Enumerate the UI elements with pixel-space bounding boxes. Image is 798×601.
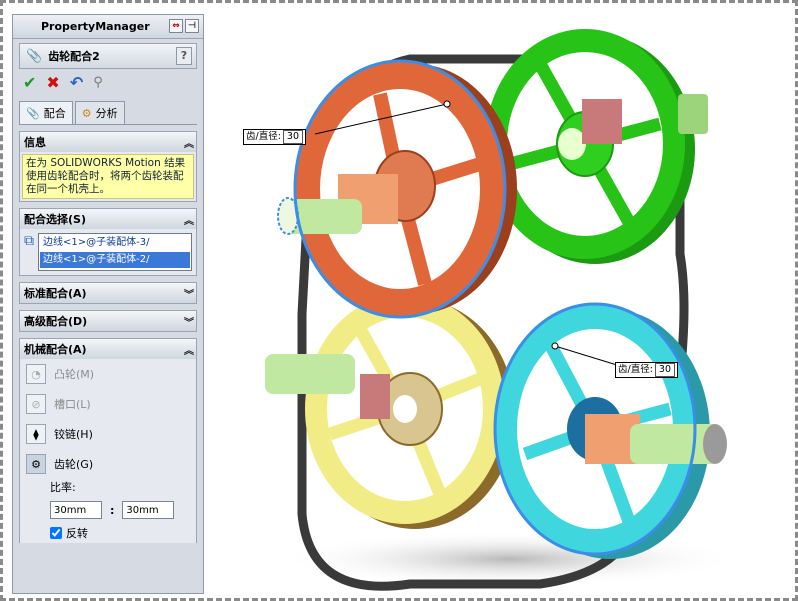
tab-strip: 📎 配合 ⚙ 分析 bbox=[19, 101, 197, 125]
feature-header: 📎 齿轮配合2 ? bbox=[19, 43, 197, 69]
dim-value[interactable]: 30 bbox=[282, 130, 303, 144]
dimension-callout-1[interactable]: 齿/直径: 30 bbox=[243, 129, 306, 145]
assembly-model-render bbox=[265, 29, 740, 591]
pushpin-icon[interactable]: ⚲ bbox=[93, 75, 103, 90]
minimize-icon[interactable]: ⊣ bbox=[185, 19, 199, 33]
reverse-row: 反转 bbox=[20, 523, 196, 543]
mate-cam[interactable]: ◔ 凸轮(M) bbox=[20, 359, 196, 389]
paperclip-icon: 📎 bbox=[26, 48, 43, 64]
mate-slot-label: 槽口(L) bbox=[54, 398, 91, 411]
tab-analysis-label: 分析 bbox=[95, 107, 118, 120]
mate-hinge[interactable]: ⧫ 铰链(H) bbox=[20, 419, 196, 449]
orange-pulley-selected bbox=[277, 59, 517, 319]
property-manager-panel: PropertyManager ⇔ ⊣ 📎 齿轮配合2 ? ✔ ✖ ↶ ⚲ 📎 … bbox=[12, 14, 204, 594]
reverse-label: 反转 bbox=[66, 527, 88, 540]
advanced-mates-title: 高级配合(D) bbox=[24, 315, 88, 328]
action-buttons: ✔ ✖ ↶ ⚲ bbox=[13, 69, 203, 95]
expand-chevron-icon[interactable]: ︾ bbox=[184, 286, 194, 301]
dim-label-text: 齿/直径: bbox=[246, 131, 281, 142]
mechanical-mates-group: 机械配合(A) ︽ ◔ 凸轮(M) ⊘ 槽口(L) ⧫ 铰链(H) ⚙ 齿轮(G… bbox=[19, 338, 197, 543]
tab-analysis[interactable]: ⚙ 分析 bbox=[74, 101, 125, 124]
slot-icon: ⊘ bbox=[26, 394, 46, 414]
dimension-callout-2[interactable]: 齿/直径: 30 bbox=[615, 362, 678, 378]
mate-gear[interactable]: ⚙ 齿轮(G) bbox=[20, 449, 196, 479]
cancel-x-icon[interactable]: ✖ bbox=[46, 73, 59, 92]
mate-hinge-label: 铰链(H) bbox=[54, 428, 93, 441]
paperclip-icon: 📎 bbox=[26, 106, 40, 120]
expand-chevron-icon[interactable]: ︾ bbox=[184, 314, 194, 329]
selection-item[interactable]: 边线<1>@子装配体-2/ bbox=[40, 252, 190, 268]
dim-anchor-1 bbox=[443, 100, 451, 108]
ratio-right-input[interactable] bbox=[122, 501, 175, 519]
mate-selections-title: 配合选择(S) bbox=[24, 213, 86, 226]
info-title: 信息 bbox=[24, 136, 46, 149]
dim-anchor-2 bbox=[551, 342, 559, 350]
info-message: 在为 SOLIDWORKS Motion 结果使用齿轮配合时，将两个齿轮装配在同… bbox=[22, 154, 194, 199]
standard-mates-title: 标准配合(A) bbox=[24, 287, 87, 300]
mate-slot[interactable]: ⊘ 槽口(L) bbox=[20, 389, 196, 419]
green-pulley bbox=[485, 29, 708, 264]
mechanical-mates-title: 机械配合(A) bbox=[24, 343, 87, 356]
standard-mates-header[interactable]: 标准配合(A) ︾ bbox=[20, 283, 196, 303]
undo-icon[interactable]: ↶ bbox=[70, 73, 83, 92]
ratio-label: 比率: bbox=[50, 481, 76, 494]
tab-mates[interactable]: 📎 配合 bbox=[19, 101, 73, 124]
selection-list[interactable]: 边线<1>@子装配体-3/ 边线<1>@子装配体-2/ bbox=[38, 233, 192, 271]
mate-selections-group: 配合选择(S) ︽ ⧉ 边线<1>@子装配体-3/ 边线<1>@子装配体-2/ bbox=[19, 208, 197, 276]
info-group-header[interactable]: 信息 ︽ bbox=[20, 132, 196, 152]
advanced-mates-group: 高级配合(D) ︾ bbox=[19, 310, 197, 332]
feature-name: 齿轮配合2 bbox=[48, 50, 100, 63]
graphics-viewport[interactable]: 齿/直径: 30 齿/直径: 30 bbox=[210, 14, 786, 592]
collapse-chevron-icon[interactable]: ︽ bbox=[184, 212, 194, 227]
advanced-mates-header[interactable]: 高级配合(D) ︾ bbox=[20, 311, 196, 331]
cam-icon: ◔ bbox=[26, 364, 46, 384]
mate-cam-label: 凸轮(M) bbox=[54, 368, 95, 381]
cyan-pulley-selected bbox=[493, 302, 727, 559]
info-group: 信息 ︽ 在为 SOLIDWORKS Motion 结果使用齿轮配合时，将两个齿… bbox=[19, 131, 197, 202]
property-manager-title: PropertyManager bbox=[41, 20, 150, 33]
ratio-row: : bbox=[20, 497, 196, 523]
property-manager-header: PropertyManager ⇔ ⊣ bbox=[13, 15, 203, 39]
collapse-chevron-icon[interactable]: ︽ bbox=[184, 342, 194, 357]
standard-mates-group: 标准配合(A) ︾ bbox=[19, 282, 197, 304]
ratio-left-input[interactable] bbox=[50, 501, 102, 519]
pin-icon[interactable]: ⇔ bbox=[169, 19, 183, 33]
dim-label-text: 齿/直径: bbox=[618, 364, 653, 375]
ok-check-icon[interactable]: ✔ bbox=[23, 73, 36, 92]
ratio-separator: : bbox=[110, 503, 115, 517]
help-button[interactable]: ? bbox=[176, 47, 192, 65]
reverse-checkbox[interactable] bbox=[50, 527, 62, 539]
selection-entities-icon: ⧉ bbox=[24, 233, 34, 249]
hinge-icon: ⧫ bbox=[26, 424, 46, 444]
mate-selections-header[interactable]: 配合选择(S) ︽ bbox=[20, 209, 196, 229]
analysis-icon: ⚙ bbox=[81, 106, 92, 120]
mate-gear-label: 齿轮(G) bbox=[54, 458, 94, 471]
mechanical-mates-header[interactable]: 机械配合(A) ︽ bbox=[20, 339, 196, 359]
tab-mates-label: 配合 bbox=[43, 107, 66, 120]
dim-value[interactable]: 30 bbox=[654, 363, 675, 377]
selection-item[interactable]: 边线<1>@子装配体-3/ bbox=[40, 235, 190, 251]
collapse-chevron-icon[interactable]: ︽ bbox=[184, 135, 194, 150]
gear-icon: ⚙ bbox=[26, 454, 46, 474]
